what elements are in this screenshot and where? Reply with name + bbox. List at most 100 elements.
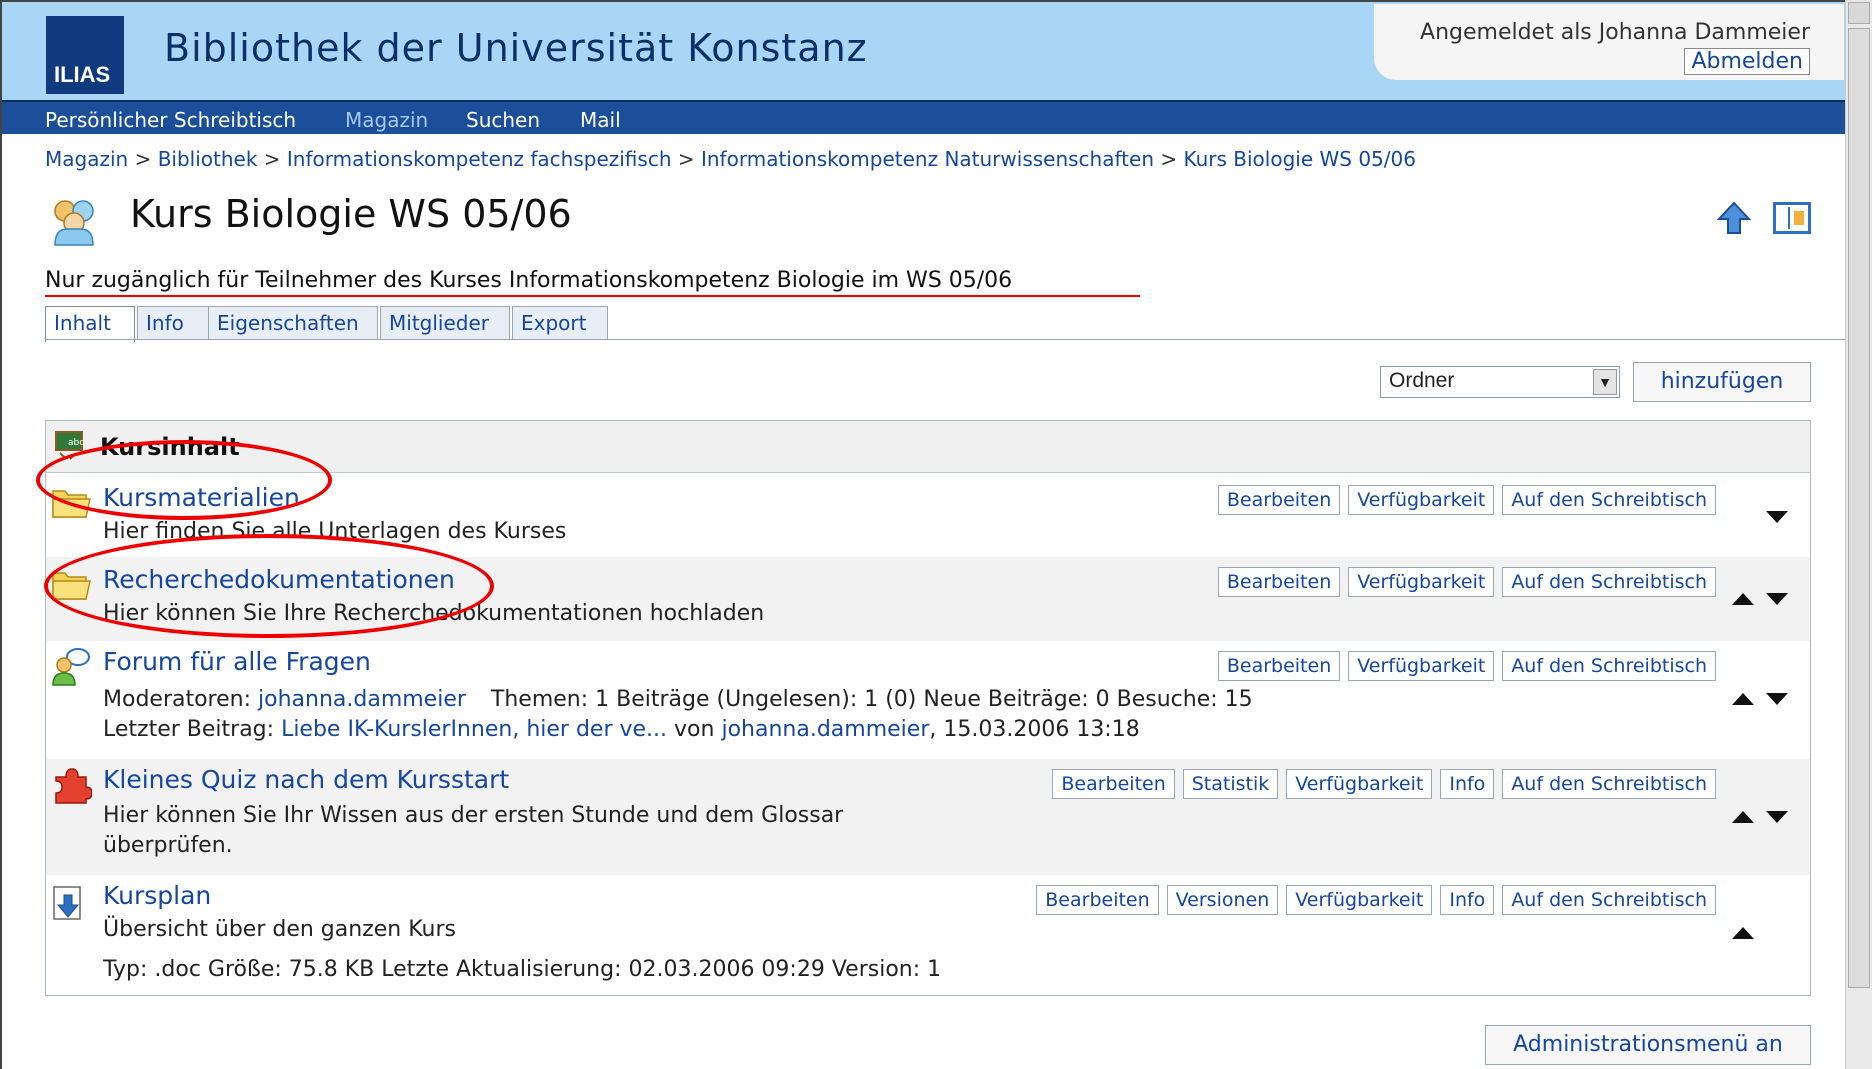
availability-button[interactable]: Verfügbarkeit <box>1348 651 1495 681</box>
move-up-icon[interactable] <box>1732 693 1754 705</box>
breadcrumb-bibliothek[interactable]: Bibliothek <box>158 147 258 171</box>
breadcrumb-separator: > <box>1160 147 1178 171</box>
reorder-arrows <box>1732 593 1792 613</box>
item-description: überprüfen. <box>103 833 233 858</box>
list-item: Forum für alle Fragen Moderatoren: johan… <box>46 641 1810 759</box>
availability-button[interactable]: Verfügbarkeit <box>1348 567 1495 597</box>
breadcrumb-magazin[interactable]: Magazin <box>45 147 128 171</box>
edit-button[interactable]: Bearbeiten <box>1217 485 1341 515</box>
nav-item-suchen[interactable]: Suchen <box>466 108 540 132</box>
info-button[interactable]: Info <box>1440 769 1495 799</box>
move-down-icon[interactable] <box>1766 593 1788 605</box>
breadcrumb-ik-fachspezifisch[interactable]: Informationskompetenz fachspezifisch <box>287 147 672 171</box>
forum-stats-line: Moderatoren: johanna.dammeier Themen: 1 … <box>103 687 1253 712</box>
statistics-button[interactable]: Statistik <box>1182 769 1279 799</box>
file-download-icon <box>53 886 81 920</box>
move-down-icon[interactable] <box>1766 511 1788 523</box>
course-icon <box>54 200 94 246</box>
scroll-up-icon[interactable] <box>1848 2 1870 24</box>
course-content-box: abc Kursinhalt Kursmaterialien Hier find… <box>45 420 1811 996</box>
move-up-icon[interactable] <box>1732 593 1754 605</box>
site-header: ILIAS Bibliothek der Universität Konstan… <box>2 2 1845 100</box>
user-box: Angemeldet als Johanna Dammeier Abmelden <box>1374 4 1844 80</box>
item-description: Hier können Sie Ihr Wissen aus der erste… <box>103 803 844 828</box>
versions-button[interactable]: Versionen <box>1166 885 1279 915</box>
add-to-desktop-button[interactable]: Auf den Schreibtisch <box>1502 651 1716 681</box>
reorder-arrows <box>1732 927 1792 947</box>
main-nav: Persönlicher Schreibtisch Magazin Suchen… <box>2 100 1845 134</box>
annotation-ellipse <box>36 440 332 520</box>
availability-button[interactable]: Verfügbarkeit <box>1348 485 1495 515</box>
breadcrumb-ik-naturwissenschaften[interactable]: Informationskompetenz Naturwissenschafte… <box>701 147 1154 171</box>
item-link-forum[interactable]: Forum für alle Fragen <box>103 647 371 676</box>
item-actions: Bearbeiten Statistik Verfügbarkeit Info … <box>1052 769 1716 799</box>
tab-divider <box>45 339 1845 340</box>
moderators-label: Moderatoren: <box>103 687 252 712</box>
by-label: von <box>674 717 715 742</box>
move-down-icon[interactable] <box>1766 811 1788 823</box>
edit-button[interactable]: Bearbeiten <box>1217 567 1341 597</box>
breadcrumb-kurs[interactable]: Kurs Biologie WS 05/06 <box>1183 147 1415 171</box>
add-to-desktop-button[interactable]: Auf den Schreibtisch <box>1502 485 1716 515</box>
tab-eigenschaften[interactable]: Eigenschaften <box>208 306 378 340</box>
move-down-icon[interactable] <box>1766 693 1788 705</box>
scroll-thumb[interactable] <box>1848 28 1870 988</box>
nav-item-magazin[interactable]: Magazin <box>345 108 428 132</box>
breadcrumb-separator: > <box>263 147 281 171</box>
move-up-icon[interactable] <box>1732 927 1754 939</box>
tab-mitglieder[interactable]: Mitglieder <box>380 306 510 340</box>
file-meta: Typ: .doc Größe: 75.8 KB Letzte Aktualis… <box>103 957 942 982</box>
tab-inhalt[interactable]: Inhalt <box>45 306 135 342</box>
availability-button[interactable]: Verfügbarkeit <box>1286 769 1433 799</box>
last-post-date: , 15.03.2006 13:18 <box>929 717 1140 742</box>
up-arrow-icon[interactable] <box>1716 200 1752 236</box>
move-up-icon[interactable] <box>1732 811 1754 823</box>
moderator-link[interactable]: johanna.dammeier <box>258 687 466 712</box>
page-description: Nur zugänglich für Teilnehmer des Kurses… <box>45 268 1013 293</box>
availability-button[interactable]: Verfügbarkeit <box>1286 885 1433 915</box>
edit-button[interactable]: Bearbeiten <box>1217 651 1341 681</box>
last-post-label: Letzter Beitrag: <box>103 717 275 742</box>
object-type-select[interactable]: Ordner ▼ <box>1380 366 1620 398</box>
list-item: Kursplan Übersicht über den ganzen Kurs … <box>46 875 1810 995</box>
last-post-line: Letzter Beitrag: Liebe IK-KurslerInnen, … <box>103 717 1140 742</box>
logout-button[interactable]: Abmelden <box>1684 48 1810 75</box>
item-link-quiz[interactable]: Kleines Quiz nach dem Kursstart <box>103 765 509 794</box>
annotation-ellipse <box>44 534 494 638</box>
nav-item-schreibtisch[interactable]: Persönlicher Schreibtisch <box>45 108 296 132</box>
nav-item-mail[interactable]: Mail <box>580 108 621 132</box>
item-actions: Bearbeiten Verfügbarkeit Auf den Schreib… <box>1217 485 1716 515</box>
add-to-desktop-button[interactable]: Auf den Schreibtisch <box>1502 885 1716 915</box>
quiz-puzzle-icon <box>55 768 92 804</box>
admin-menu-button[interactable]: Administrationsmenü an <box>1485 1025 1811 1065</box>
logo-text: ILIAS <box>54 62 111 87</box>
edit-button[interactable]: Bearbeiten <box>1052 769 1175 799</box>
edit-button[interactable]: Bearbeiten <box>1036 885 1159 915</box>
logged-in-label: Angemeldet als Johanna Dammeier <box>1420 20 1810 45</box>
item-description: Übersicht über den ganzen Kurs <box>103 917 456 942</box>
add-button[interactable]: hinzufügen <box>1633 362 1811 402</box>
vertical-scrollbar[interactable] <box>1845 0 1872 1069</box>
list-item: Kleines Quiz nach dem Kursstart Hier kön… <box>46 759 1810 875</box>
item-actions: Bearbeiten Verfügbarkeit Auf den Schreib… <box>1217 567 1716 597</box>
add-to-desktop-button[interactable]: Auf den Schreibtisch <box>1502 567 1716 597</box>
site-title: Bibliothek der Universität Konstanz <box>164 26 868 70</box>
info-button[interactable]: Info <box>1440 885 1495 915</box>
forum-stats: Themen: 1 Beiträge (Ungelesen): 1 (0) Ne… <box>490 687 1253 712</box>
last-post-author-link[interactable]: johanna.dammeier <box>721 717 929 742</box>
ilias-logo[interactable]: ILIAS <box>46 16 124 94</box>
svg-text:abc: abc <box>68 438 84 448</box>
item-actions: Bearbeiten Verfügbarkeit Auf den Schreib… <box>1217 651 1716 681</box>
tree-view-icon[interactable] <box>1773 202 1811 234</box>
item-link-kursplan[interactable]: Kursplan <box>103 881 211 910</box>
item-actions: Bearbeiten Versionen Verfügbarkeit Info … <box>1036 885 1716 915</box>
annotation-underline <box>45 295 1140 297</box>
dropdown-arrow-icon[interactable]: ▼ <box>1593 369 1617 395</box>
forum-icon <box>52 648 90 686</box>
add-to-desktop-button[interactable]: Auf den Schreibtisch <box>1502 769 1716 799</box>
select-value: Ordner <box>1389 369 1455 392</box>
last-post-link[interactable]: Liebe IK-KurslerInnen, hier der ve... <box>281 717 667 742</box>
breadcrumb: Magazin > Bibliothek > Informationskompe… <box>45 147 1416 171</box>
tab-export[interactable]: Export <box>512 306 608 340</box>
breadcrumb-separator: > <box>134 147 152 171</box>
